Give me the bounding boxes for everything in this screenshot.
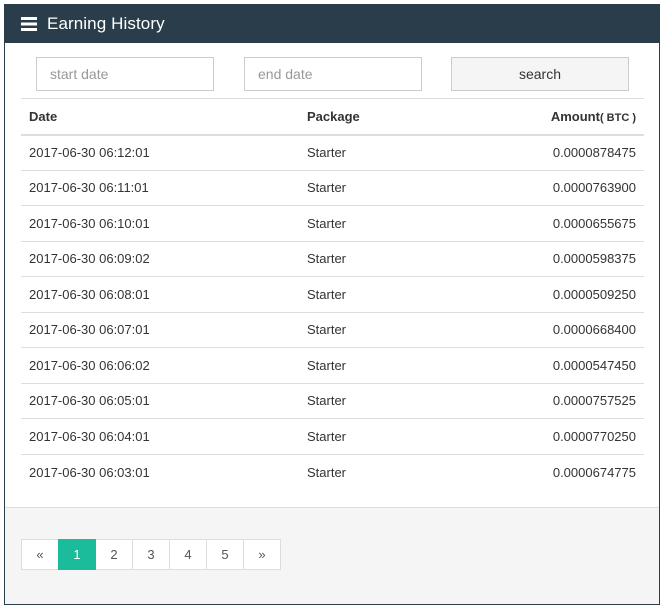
cell-date: 2017-06-30 06:10:01 — [21, 205, 299, 242]
cell-package: Starter — [299, 276, 479, 313]
cell-date: 2017-06-30 06:06:02 — [21, 347, 299, 384]
cell-amount: 0.0000655675 — [479, 205, 644, 242]
cell-amount: 0.0000770250 — [479, 418, 644, 455]
cell-amount: 0.0000757525 — [479, 383, 644, 419]
table-header-row: Date Package Amount( BTC ) — [21, 98, 644, 136]
earning-history-panel: Earning History search Date Package Amou… — [4, 4, 660, 605]
cell-date: 2017-06-30 06:04:01 — [21, 418, 299, 455]
amount-unit-label: ( BTC ) — [599, 111, 636, 124]
cell-package: Starter — [299, 170, 479, 206]
column-header-date: Date — [21, 98, 299, 136]
cell-amount: 0.0000598375 — [479, 241, 644, 277]
panel-title: Earning History — [47, 14, 165, 33]
cell-date: 2017-06-30 06:08:01 — [21, 276, 299, 313]
end-date-input[interactable] — [244, 57, 422, 91]
cell-package: Starter — [299, 134, 479, 171]
table-row: 2017-06-30 06:11:01 Starter 0.0000763900 — [21, 170, 644, 206]
cell-date: 2017-06-30 06:07:01 — [21, 312, 299, 348]
cell-date: 2017-06-30 06:09:02 — [21, 241, 299, 277]
table-row: 2017-06-30 06:10:01 Starter 0.0000655675 — [21, 205, 644, 242]
amount-header-label: Amount — [550, 108, 600, 124]
cell-date: 2017-06-30 06:05:01 — [21, 383, 299, 419]
cell-package: Starter — [299, 241, 479, 277]
pagination-page-2[interactable]: 2 — [95, 539, 133, 570]
pagination-page-3[interactable]: 3 — [132, 539, 170, 570]
cell-date: 2017-06-30 06:03:01 — [29, 464, 150, 480]
earnings-table: Date Package Amount( BTC ) 2017-06-30 06… — [21, 98, 644, 490]
date-filter-bar: search — [5, 57, 659, 91]
cell-amount: 0.0000547450 — [479, 347, 644, 384]
cell-amount: 0.0000674775 — [552, 464, 636, 480]
list-icon — [21, 17, 37, 31]
pagination-page-4[interactable]: 4 — [169, 539, 207, 570]
column-header-amount: Amount( BTC ) — [479, 98, 644, 136]
cell-amount: 0.0000878475 — [479, 134, 644, 171]
table-row: 2017-06-30 06:12:01 Starter 0.0000878475 — [21, 134, 644, 171]
table-body: 2017-06-30 06:12:01 Starter 0.0000878475 20… — [21, 134, 644, 490]
table-row: 2017-06-30 06:03:01 Starter 0.0000674775 — [21, 454, 644, 490]
table-row: 2017-06-30 06:07:01 Starter 0.0000668400 — [21, 312, 644, 348]
cell-package: Starter — [307, 464, 347, 480]
column-header-package: Package — [299, 98, 479, 136]
cell-package: Starter — [299, 205, 479, 242]
table-row: 2017-06-30 06:09:02 Starter 0.0000598375 — [21, 241, 644, 277]
cell-amount: 0.0000763900 — [479, 170, 644, 206]
pagination: «1 2 3 4 5» — [21, 539, 281, 570]
cell-date: 2017-06-30 06:12:01 — [21, 134, 299, 171]
search-button[interactable]: search — [451, 57, 629, 91]
pagination-prev-button[interactable]: « — [21, 539, 59, 570]
panel-footer: «1 2 3 4 5» — [5, 507, 659, 604]
pagination-page-5[interactable]: 5 — [206, 539, 244, 570]
table-row: 2017-06-30 06:06:02 Starter 0.0000547450 — [21, 347, 644, 384]
table-row: 2017-06-30 06:04:01 Starter 0.0000770250 — [21, 418, 644, 455]
cell-package: Starter — [299, 418, 479, 455]
cell-amount: 0.0000509250 — [479, 276, 644, 313]
pagination-next-button[interactable]: » — [243, 539, 281, 570]
cell-date: 2017-06-30 06:11:01 — [21, 170, 299, 206]
cell-package: Starter — [299, 383, 479, 419]
table-row: 2017-06-30 06:05:01 Starter 0.0000757525 — [21, 383, 644, 419]
cell-package: Starter — [299, 312, 479, 348]
pagination-page-1[interactable]: 1 — [58, 539, 96, 570]
start-date-input[interactable] — [36, 57, 214, 91]
cell-package: Starter — [299, 347, 479, 384]
table-row: 2017-06-30 06:08:01 Starter 0.0000509250 — [21, 276, 644, 313]
earnings-table-container: Date Package Amount( BTC ) 2017-06-30 06… — [21, 98, 644, 490]
panel-header: Earning History — [5, 5, 659, 43]
cell-amount: 0.0000668400 — [479, 312, 644, 348]
